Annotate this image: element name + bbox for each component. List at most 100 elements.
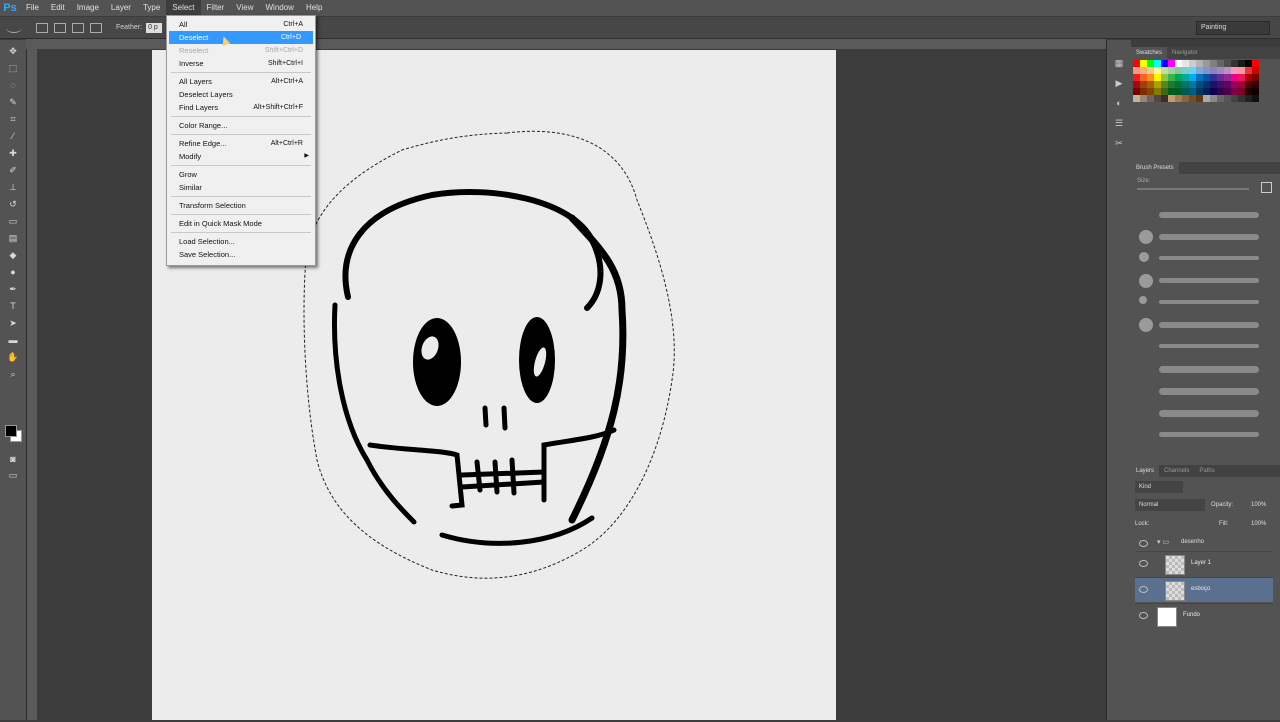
- swatch[interactable]: [1140, 74, 1147, 81]
- swatch[interactable]: [1182, 88, 1189, 95]
- adjustments-panel-icon[interactable]: ◐: [1113, 98, 1125, 108]
- swatch[interactable]: [1147, 60, 1154, 67]
- swatch[interactable]: [1168, 67, 1175, 74]
- swatch[interactable]: [1147, 67, 1154, 74]
- swatch[interactable]: [1245, 67, 1252, 74]
- swatch[interactable]: [1210, 88, 1217, 95]
- layer-row[interactable]: Layer 1: [1135, 551, 1273, 576]
- layer-row[interactable]: Fundo: [1135, 603, 1273, 628]
- swatch[interactable]: [1217, 81, 1224, 88]
- dodge-tool-icon[interactable]: ●: [6, 266, 20, 278]
- swatch[interactable]: [1203, 95, 1210, 102]
- swatch[interactable]: [1189, 88, 1196, 95]
- layer-group[interactable]: ▾ ▭ desenho: [1135, 537, 1273, 550]
- brush-preset[interactable]: [1137, 428, 1267, 440]
- quick-mask-icon[interactable]: ◙: [6, 453, 20, 465]
- move-tool-icon[interactable]: ✥: [6, 45, 20, 57]
- add-selection-icon[interactable]: [54, 22, 66, 33]
- healing-brush-tool-icon[interactable]: ✚: [6, 147, 20, 159]
- swatch[interactable]: [1196, 95, 1203, 102]
- swatch[interactable]: [1133, 60, 1140, 67]
- subtract-selection-icon[interactable]: [72, 22, 84, 33]
- feather-input[interactable]: 0 p: [146, 22, 163, 33]
- swatch[interactable]: [1196, 81, 1203, 88]
- swatch[interactable]: [1147, 95, 1154, 102]
- swatch[interactable]: [1140, 81, 1147, 88]
- history-panel-icon[interactable]: ▦: [1113, 58, 1125, 68]
- lasso-tool-preset-icon[interactable]: [6, 23, 22, 33]
- tab-layers[interactable]: Layers: [1131, 465, 1160, 477]
- swatch[interactable]: [1238, 81, 1245, 88]
- swatch[interactable]: [1168, 60, 1175, 67]
- menu-help[interactable]: Help: [300, 0, 328, 16]
- swatch[interactable]: [1238, 88, 1245, 95]
- layer-filter[interactable]: Kind: [1135, 481, 1183, 493]
- menu-item-modify[interactable]: Modify ▶: [167, 150, 315, 163]
- swatch[interactable]: [1182, 95, 1189, 102]
- brush-preset[interactable]: [1137, 230, 1267, 244]
- menu-item-save-selection[interactable]: Save Selection...: [167, 248, 315, 261]
- swatch[interactable]: [1161, 74, 1168, 81]
- swatch[interactable]: [1196, 60, 1203, 67]
- swatch[interactable]: [1133, 67, 1140, 74]
- swatch[interactable]: [1245, 60, 1252, 67]
- eyedropper-tool-icon[interactable]: ⁄: [6, 130, 20, 142]
- swatch[interactable]: [1133, 81, 1140, 88]
- pen-tool-icon[interactable]: ✒: [6, 283, 20, 295]
- menu-view[interactable]: View: [230, 0, 259, 16]
- menu-item-inverse[interactable]: Inverse Shift+Ctrl+I: [167, 57, 315, 70]
- menu-item-deselect-layers[interactable]: Deselect Layers: [167, 88, 315, 101]
- clone-stamp-tool-icon[interactable]: ⊥: [6, 181, 20, 193]
- quick-selection-tool-icon[interactable]: ✎: [6, 96, 20, 108]
- swatch[interactable]: [1210, 74, 1217, 81]
- brush-preset[interactable]: [1137, 340, 1267, 352]
- swatch[interactable]: [1210, 95, 1217, 102]
- lasso-tool-icon[interactable]: ◌: [6, 79, 20, 91]
- swatch[interactable]: [1154, 81, 1161, 88]
- swatch[interactable]: [1161, 88, 1168, 95]
- actions-panel-icon[interactable]: ▶: [1113, 78, 1125, 88]
- tab-swatches[interactable]: Swatches: [1131, 47, 1168, 59]
- menu-select[interactable]: Select: [166, 0, 201, 16]
- menu-window[interactable]: Window: [260, 0, 300, 16]
- swatch[interactable]: [1133, 88, 1140, 95]
- zoom-tool-icon[interactable]: ⌕: [6, 368, 20, 380]
- swatch[interactable]: [1196, 67, 1203, 74]
- swatch[interactable]: [1238, 60, 1245, 67]
- swatch[interactable]: [1245, 74, 1252, 81]
- menu-item-reselect[interactable]: Reselect Shift+Ctrl+D: [167, 44, 315, 57]
- marquee-tool-icon[interactable]: ⬚: [6, 62, 20, 74]
- menu-layer[interactable]: Layer: [105, 0, 137, 16]
- swatch[interactable]: [1182, 67, 1189, 74]
- swatch[interactable]: [1252, 67, 1259, 74]
- swatch[interactable]: [1154, 60, 1161, 67]
- menu-image[interactable]: Image: [71, 0, 105, 16]
- swatch[interactable]: [1245, 81, 1252, 88]
- swatch[interactable]: [1231, 88, 1238, 95]
- menu-item-edit-in-quick-mask-mode[interactable]: Edit in Quick Mask Mode: [167, 217, 315, 230]
- swatch[interactable]: [1217, 95, 1224, 102]
- brush-preset[interactable]: [1137, 208, 1267, 220]
- swatch[interactable]: [1189, 60, 1196, 67]
- type-tool-icon[interactable]: T: [6, 300, 20, 312]
- visibility-eye-icon[interactable]: [1139, 540, 1148, 547]
- fill-input[interactable]: 100%: [1251, 518, 1266, 530]
- swatch[interactable]: [1210, 67, 1217, 74]
- visibility-eye-icon[interactable]: [1139, 612, 1148, 619]
- gradient-tool-icon[interactable]: ▤: [6, 232, 20, 244]
- swatch[interactable]: [1245, 88, 1252, 95]
- new-selection-icon[interactable]: [36, 22, 48, 33]
- brush-preset[interactable]: [1137, 296, 1267, 308]
- swatch[interactable]: [1203, 60, 1210, 67]
- intersect-selection-icon[interactable]: [90, 22, 102, 33]
- properties-panel-icon[interactable]: ☰: [1113, 118, 1125, 128]
- swatch[interactable]: [1217, 60, 1224, 67]
- menu-item-all[interactable]: All Ctrl+A: [167, 18, 315, 31]
- menu-filter[interactable]: Filter: [201, 0, 231, 16]
- menu-edit[interactable]: Edit: [45, 0, 71, 16]
- swatch[interactable]: [1231, 74, 1238, 81]
- swatch[interactable]: [1175, 74, 1182, 81]
- swatch[interactable]: [1252, 81, 1259, 88]
- tools-panel-icon[interactable]: ✂: [1113, 138, 1125, 148]
- menu-item-similar[interactable]: Similar: [167, 181, 315, 194]
